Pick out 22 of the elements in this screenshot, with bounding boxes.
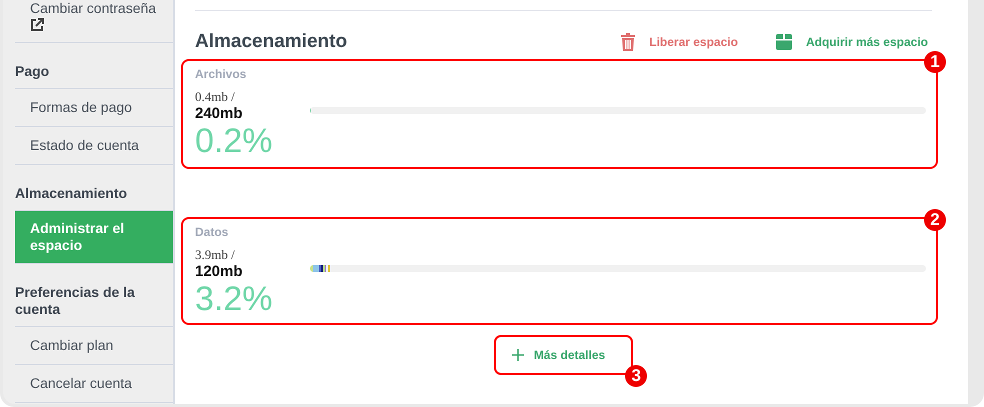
number-badge: 3	[625, 365, 648, 387]
sidebar-item[interactable]: Cancelar cuenta	[15, 365, 173, 403]
sidebar-item[interactable]: Cambiar contraseña	[15, 0, 173, 43]
total-amount: 120mb	[195, 263, 244, 280]
trash-icon	[621, 33, 636, 51]
usage-percent: 3.2%	[195, 280, 274, 318]
sidebar-heading: Preferencias de la cuenta	[15, 264, 173, 327]
total-amount: 240mb	[195, 105, 244, 122]
sidebar-item[interactable]: Cambiar plan	[15, 327, 173, 365]
used-amount: 0.4mb /	[195, 89, 236, 105]
sidebar-item[interactable]: Estado de cuenta	[15, 127, 173, 165]
sidebar-heading: Pago	[15, 43, 173, 89]
number-badge: 2	[924, 209, 946, 231]
number-badge: 1	[924, 51, 946, 73]
plus-icon	[512, 349, 524, 361]
meter-label: Archivos	[195, 67, 248, 81]
box-icon	[776, 34, 792, 50]
sidebar-item[interactable]: Formas de pago	[15, 89, 173, 127]
usage-percent: 0.2%	[195, 122, 274, 160]
used-amount: 3.9mb /	[195, 247, 236, 263]
meter-label: Datos	[195, 225, 230, 239]
section-title: Almacenamiento	[195, 31, 348, 53]
